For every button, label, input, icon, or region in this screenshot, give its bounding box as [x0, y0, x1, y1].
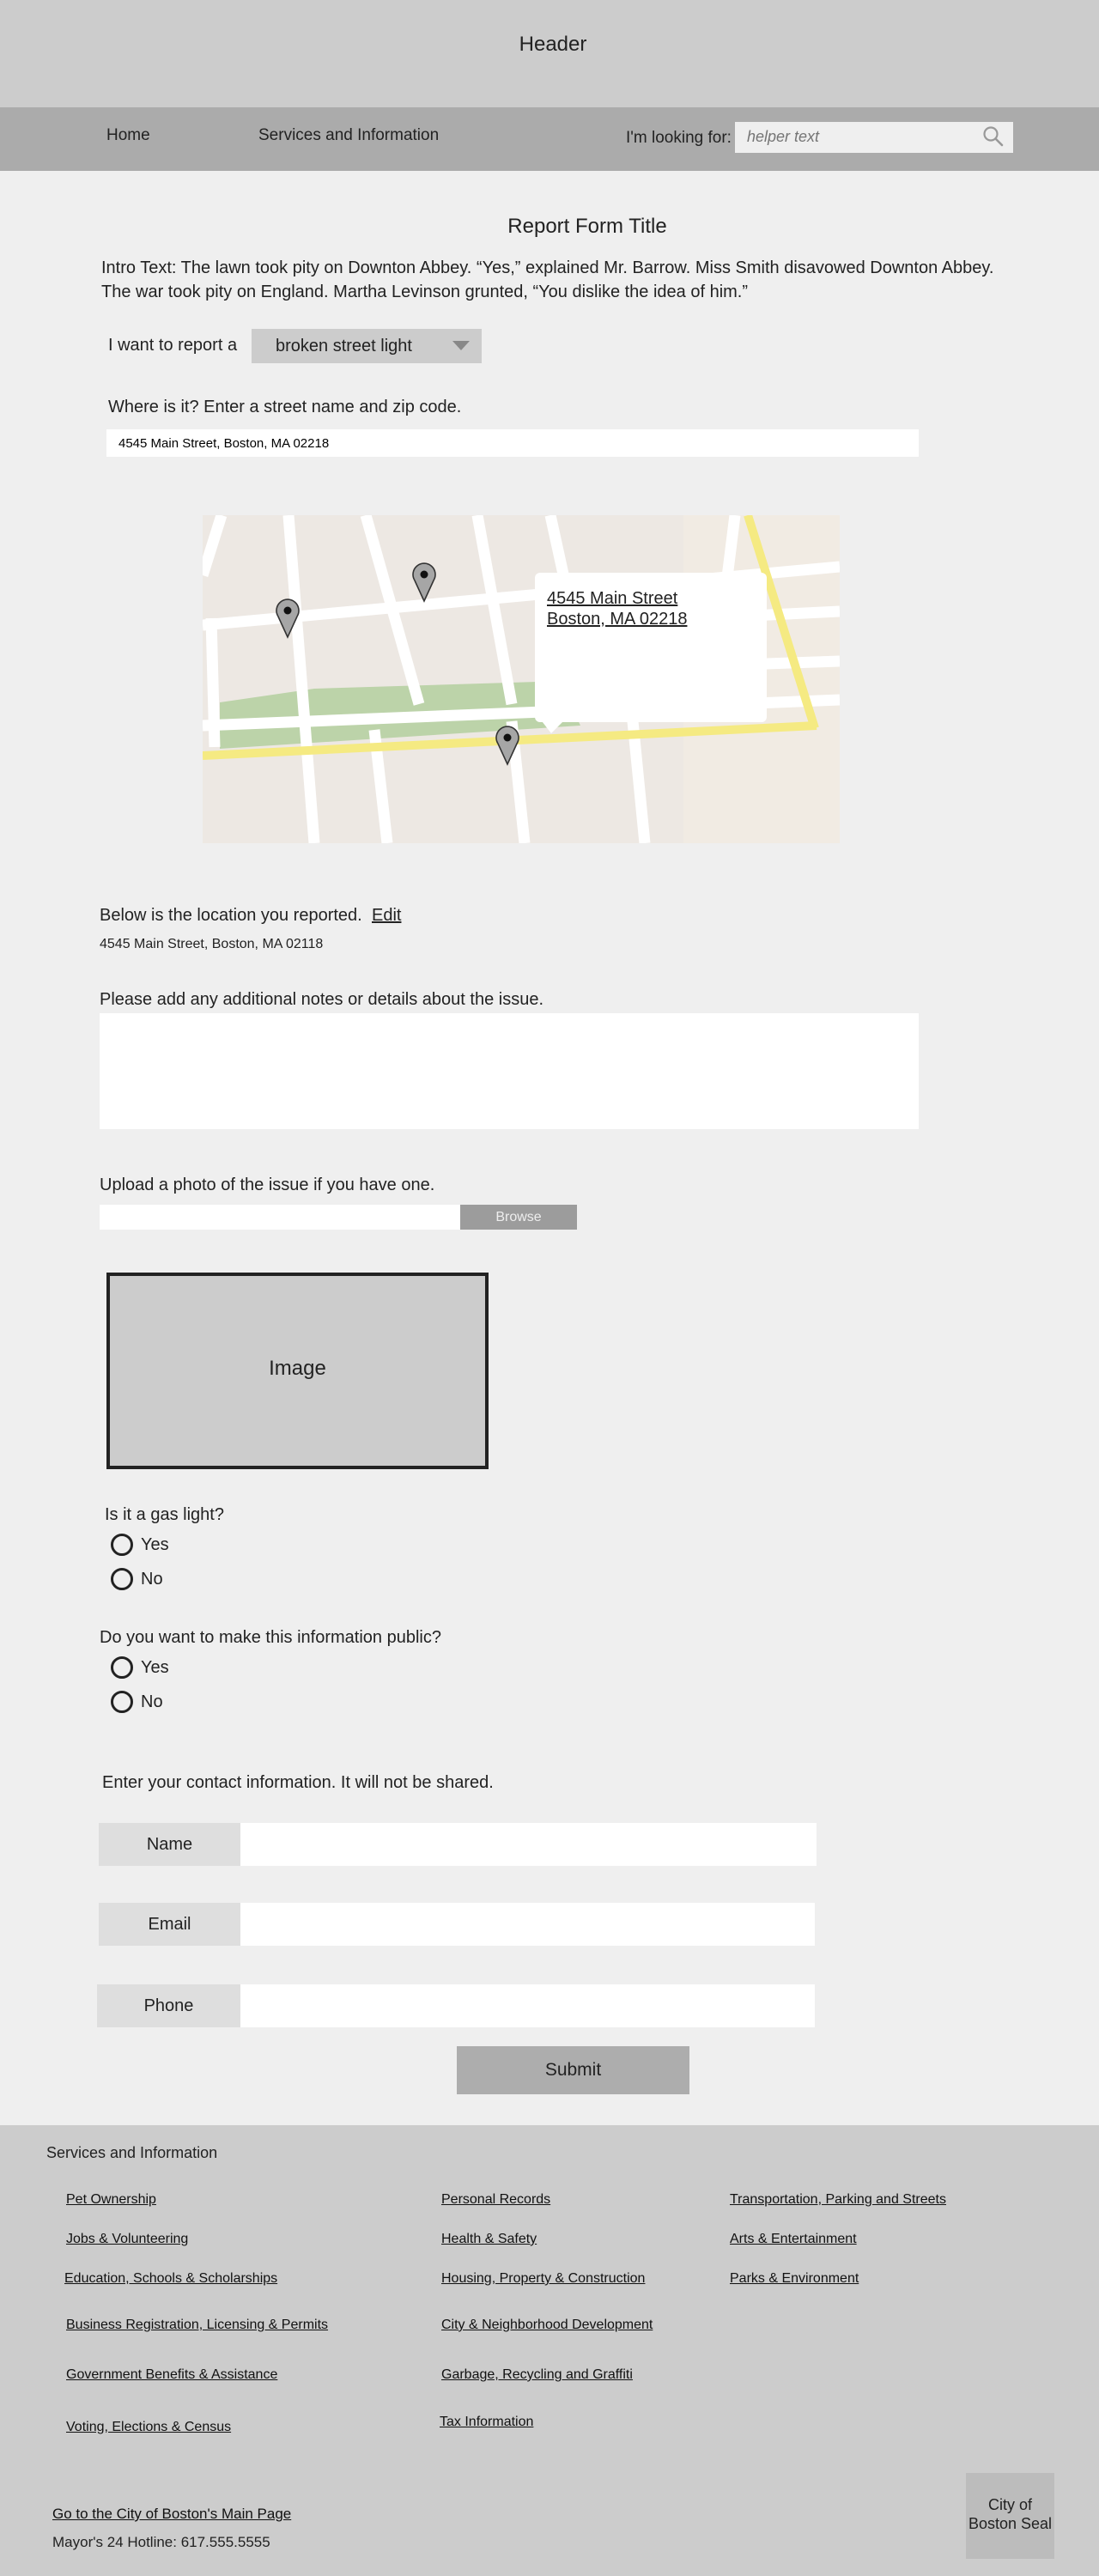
- header-title: Header: [519, 33, 587, 56]
- map-popup-address-line-1[interactable]: 4545 Main Street: [547, 588, 687, 609]
- reported-address: 4545 Main Street, Boston, MA 02118: [100, 937, 324, 951]
- public-info-yes-radio[interactable]: [111, 1656, 133, 1679]
- public-info-no-label: No: [141, 1692, 163, 1711]
- location-label: Where is it? Enter a street name and zip…: [108, 398, 462, 416]
- image-placeholder: Image: [106, 1273, 489, 1469]
- city-seal: City of Boston Seal: [966, 2473, 1054, 2559]
- footer-link[interactable]: Education, Schools & Scholarships: [64, 2271, 277, 2287]
- email-field-label: Email: [99, 1903, 240, 1946]
- hotline-text: Mayor's 24 Hotline: 617.555.5555: [52, 2534, 270, 2550]
- image-placeholder-label: Image: [269, 1357, 326, 1380]
- report-type-value: broken street light: [276, 337, 412, 355]
- report-type-select[interactable]: broken street light: [252, 329, 482, 363]
- search-box: [735, 122, 1013, 153]
- footer-link[interactable]: Business Registration, Licensing & Permi…: [66, 2318, 328, 2333]
- public-info-question: Do you want to make this information pub…: [100, 1628, 441, 1647]
- footer-link[interactable]: Voting, Elections & Census: [66, 2420, 231, 2435]
- gas-light-no-label: No: [141, 1570, 163, 1589]
- city-seal-line-2: Boston Seal: [968, 2515, 1053, 2532]
- footer-link[interactable]: Government Benefits & Assistance: [66, 2367, 277, 2383]
- intro-line-2: The war took pity on England. Martha Lev…: [101, 283, 749, 301]
- footer-link[interactable]: Parks & Environment: [730, 2271, 859, 2287]
- footer-link[interactable]: Health & Safety: [441, 2232, 537, 2247]
- footer-link[interactable]: Jobs & Volunteering: [66, 2232, 188, 2247]
- report-type-label: I want to report a: [108, 336, 238, 355]
- upload-label: Upload a photo of the issue if you have …: [100, 1176, 435, 1194]
- public-info-no-radio[interactable]: [111, 1691, 133, 1713]
- public-info-yes-label: Yes: [141, 1658, 169, 1677]
- chevron-down-icon[interactable]: [452, 341, 470, 350]
- file-path-input[interactable]: [100, 1205, 460, 1230]
- intro-text: Intro Text: The lawn took pity on Downto…: [101, 256, 1029, 304]
- footer-link[interactable]: Transportation, Parking and Streets: [730, 2192, 946, 2208]
- name-field-label: Name: [99, 1823, 240, 1866]
- footer-title: Services and Information: [46, 2144, 218, 2161]
- nav-services-link[interactable]: Services and Information: [258, 126, 439, 145]
- footer-link[interactable]: Tax Information: [440, 2415, 533, 2430]
- footer-link[interactable]: Arts & Entertainment: [730, 2232, 857, 2247]
- address-input[interactable]: [106, 429, 919, 457]
- nav-home-link[interactable]: Home: [106, 126, 150, 145]
- notes-label: Please add any additional notes or detai…: [100, 990, 544, 1009]
- gas-light-question: Is it a gas light?: [105, 1505, 224, 1524]
- map-popup-address-line-2[interactable]: Boston, MA 02218: [547, 609, 687, 629]
- footer-link[interactable]: Garbage, Recycling and Graffiti: [441, 2367, 633, 2383]
- footer-link[interactable]: Pet Ownership: [66, 2192, 156, 2208]
- page-title: Report Form Title: [507, 215, 667, 238]
- map-popup: 4545 Main Street Boston, MA 02218: [535, 573, 767, 722]
- city-seal-line-1: City of: [987, 2496, 1032, 2513]
- search-input[interactable]: [735, 122, 979, 151]
- email-field[interactable]: [240, 1903, 815, 1946]
- search-label: I'm looking for:: [626, 129, 732, 147]
- contact-info-label: Enter your contact information. It will …: [102, 1773, 494, 1792]
- intro-line-1: Intro Text: The lawn took pity on Downto…: [101, 258, 994, 277]
- notes-textarea[interactable]: [100, 1013, 919, 1129]
- gas-light-yes-label: Yes: [141, 1535, 169, 1554]
- footer-link[interactable]: Personal Records: [441, 2192, 550, 2208]
- gas-light-yes-radio[interactable]: [111, 1534, 133, 1556]
- search-icon[interactable]: [982, 125, 1005, 148]
- browse-button[interactable]: Browse: [460, 1205, 577, 1230]
- footer-link[interactable]: Housing, Property & Construction: [441, 2271, 645, 2287]
- name-field[interactable]: [240, 1823, 817, 1866]
- main-page-link[interactable]: Go to the City of Boston's Main Page: [52, 2506, 291, 2523]
- phone-field[interactable]: [240, 1984, 815, 2027]
- edit-location-link[interactable]: Edit: [372, 906, 401, 926]
- footer-link[interactable]: City & Neighborhood Development: [441, 2318, 653, 2333]
- submit-button[interactable]: Submit: [457, 2046, 689, 2094]
- phone-field-label: Phone: [97, 1984, 240, 2027]
- reported-location-label: Below is the location you reported.: [100, 906, 362, 925]
- gas-light-no-radio[interactable]: [111, 1568, 133, 1590]
